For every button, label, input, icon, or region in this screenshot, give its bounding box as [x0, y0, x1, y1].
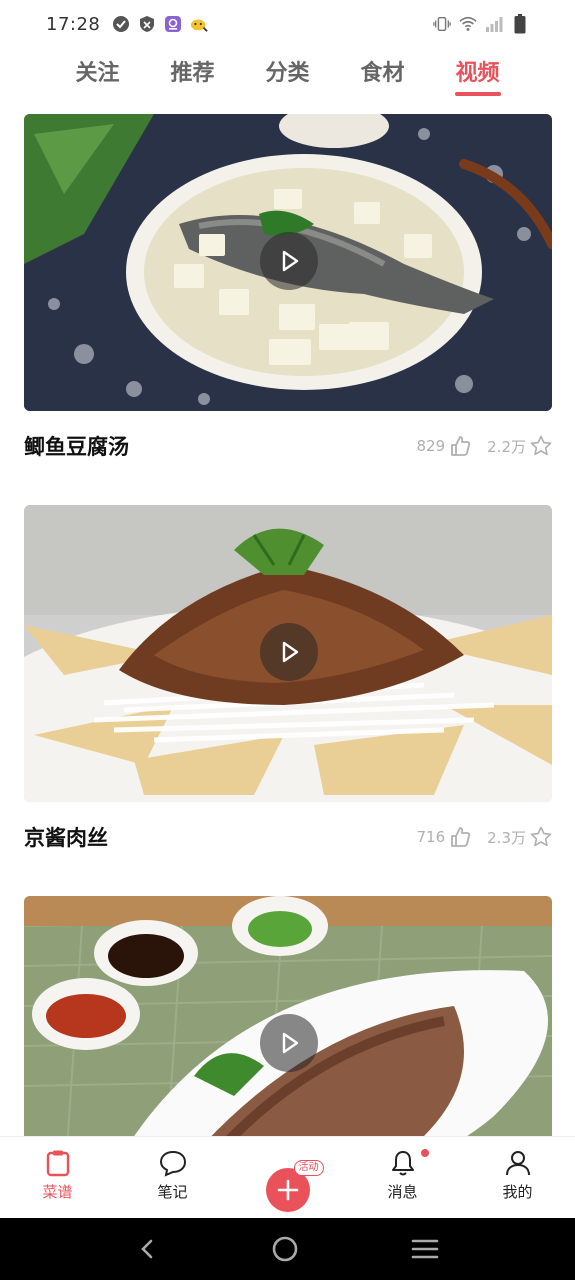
menu-icon[interactable] [411, 1237, 439, 1261]
signal-icon [485, 15, 503, 33]
nav-notes[interactable]: 笔记 [115, 1137, 230, 1218]
nav-mine-label: 我的 [502, 1183, 533, 1201]
check-circle-icon [112, 15, 130, 33]
thumbs-up-icon [451, 436, 471, 456]
tab-following[interactable]: 关注 [50, 52, 145, 100]
play-icon [282, 250, 299, 272]
nav-messages[interactable]: 消息 [345, 1137, 460, 1218]
play-button[interactable] [260, 1014, 318, 1072]
battery-icon [511, 14, 529, 34]
star-icon [530, 826, 552, 847]
user-icon [505, 1151, 530, 1176]
tab-ingredients[interactable]: 食材 [335, 52, 430, 100]
like-count[interactable]: 829 [417, 435, 472, 457]
status-time: 17:28 [46, 13, 101, 35]
wifi-icon [459, 15, 477, 33]
video-thumbnail-shredded-pork[interactable] [24, 505, 552, 802]
shield-icon [138, 15, 156, 33]
notification-icons [112, 15, 209, 33]
thumbs-up-icon [451, 827, 471, 847]
video-card[interactable]: 鲫鱼豆腐汤 829 2.2万 [24, 114, 552, 505]
nav-messages-label: 消息 [387, 1183, 418, 1201]
video-title[interactable]: 京酱肉丝 [24, 822, 417, 852]
like-count-value: 829 [416, 437, 446, 455]
star-icon [530, 435, 552, 456]
notification-dot [421, 1149, 429, 1157]
activity-badge: 活动 [293, 1160, 324, 1176]
favorite-count-value: 2.3万 [487, 828, 526, 847]
nav-recipes[interactable]: 菜谱 [0, 1137, 115, 1218]
system-navigation-bar [0, 1218, 575, 1280]
play-button[interactable] [260, 232, 318, 290]
game-notification-icon [190, 15, 209, 33]
like-count-value: 716 [416, 828, 446, 846]
home-icon[interactable] [271, 1235, 299, 1263]
clipboard-icon [46, 1150, 69, 1177]
chat-bubble-icon [159, 1150, 186, 1177]
bell-icon [391, 1151, 414, 1176]
video-thumbnail-fish-tofu-soup[interactable] [24, 114, 552, 411]
back-icon[interactable] [136, 1237, 160, 1261]
favorite-count[interactable]: 2.2万 [487, 435, 552, 457]
vibrate-icon [433, 15, 451, 33]
video-feed: 鲫鱼豆腐汤 829 2.2万 京酱肉丝 716 2.3万 [24, 114, 552, 1193]
like-count[interactable]: 716 [417, 826, 472, 848]
app-notification-icon [164, 15, 182, 33]
play-icon [282, 1032, 299, 1054]
video-card[interactable]: 京酱肉丝 716 2.3万 [24, 505, 552, 896]
nav-add[interactable]: 活动 [230, 1137, 345, 1218]
card-meta: 鲫鱼豆腐汤 829 2.2万 [24, 411, 552, 505]
bottom-nav: 菜谱 笔记 活动 消息 我的 [0, 1136, 575, 1218]
tab-videos[interactable]: 视频 [430, 52, 525, 100]
tab-recommended[interactable]: 推荐 [145, 52, 240, 100]
play-icon [282, 641, 299, 663]
video-title[interactable]: 鲫鱼豆腐汤 [24, 431, 417, 461]
nav-notes-label: 笔记 [157, 1183, 188, 1201]
nav-mine[interactable]: 我的 [460, 1137, 575, 1218]
nav-recipes-label: 菜谱 [42, 1183, 73, 1201]
card-meta: 京酱肉丝 716 2.3万 [24, 802, 552, 896]
video-stats: 829 2.2万 [417, 431, 553, 457]
system-icons [433, 14, 529, 34]
tab-categories[interactable]: 分类 [240, 52, 335, 100]
favorite-count[interactable]: 2.3万 [487, 826, 552, 848]
video-stats: 716 2.3万 [417, 822, 553, 848]
play-button[interactable] [260, 623, 318, 681]
status-bar: 17:28 [0, 0, 575, 48]
add-button[interactable]: 活动 [265, 1160, 324, 1212]
favorite-count-value: 2.2万 [487, 437, 526, 456]
category-tabs: 关注 推荐 分类 食材 视频 [0, 52, 575, 100]
plus-icon [277, 1179, 298, 1201]
